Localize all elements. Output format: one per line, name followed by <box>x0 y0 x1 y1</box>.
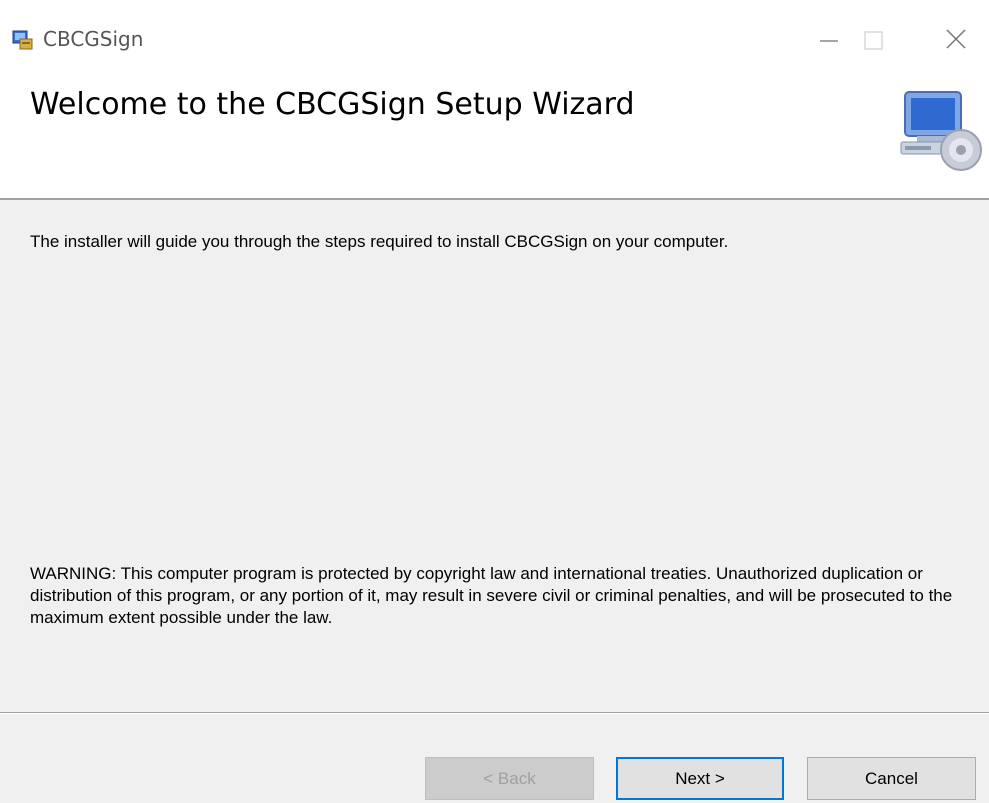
intro-text: The installer will guide you through the… <box>30 232 729 251</box>
cancel-button[interactable]: Cancel <box>807 757 976 800</box>
window-title: CBCGSign <box>43 27 144 51</box>
footer-divider <box>0 712 989 714</box>
close-icon[interactable] <box>927 10 987 70</box>
back-button[interactable]: < Back <box>425 757 594 800</box>
title-bar[interactable]: CBCGSign <box>0 0 989 82</box>
wizard-header: Welcome to the CBCGSign Setup Wizard <box>0 82 989 200</box>
computer-disc-icon <box>891 86 983 176</box>
next-button[interactable]: Next > <box>616 757 784 800</box>
copyright-warning: WARNING: This computer program is protec… <box>30 564 953 627</box>
installer-icon <box>11 27 35 51</box>
maximize-icon[interactable] <box>843 10 903 70</box>
page-title: Welcome to the CBCGSign Setup Wizard <box>30 87 635 122</box>
wizard-body: The installer will guide you through the… <box>0 200 989 712</box>
